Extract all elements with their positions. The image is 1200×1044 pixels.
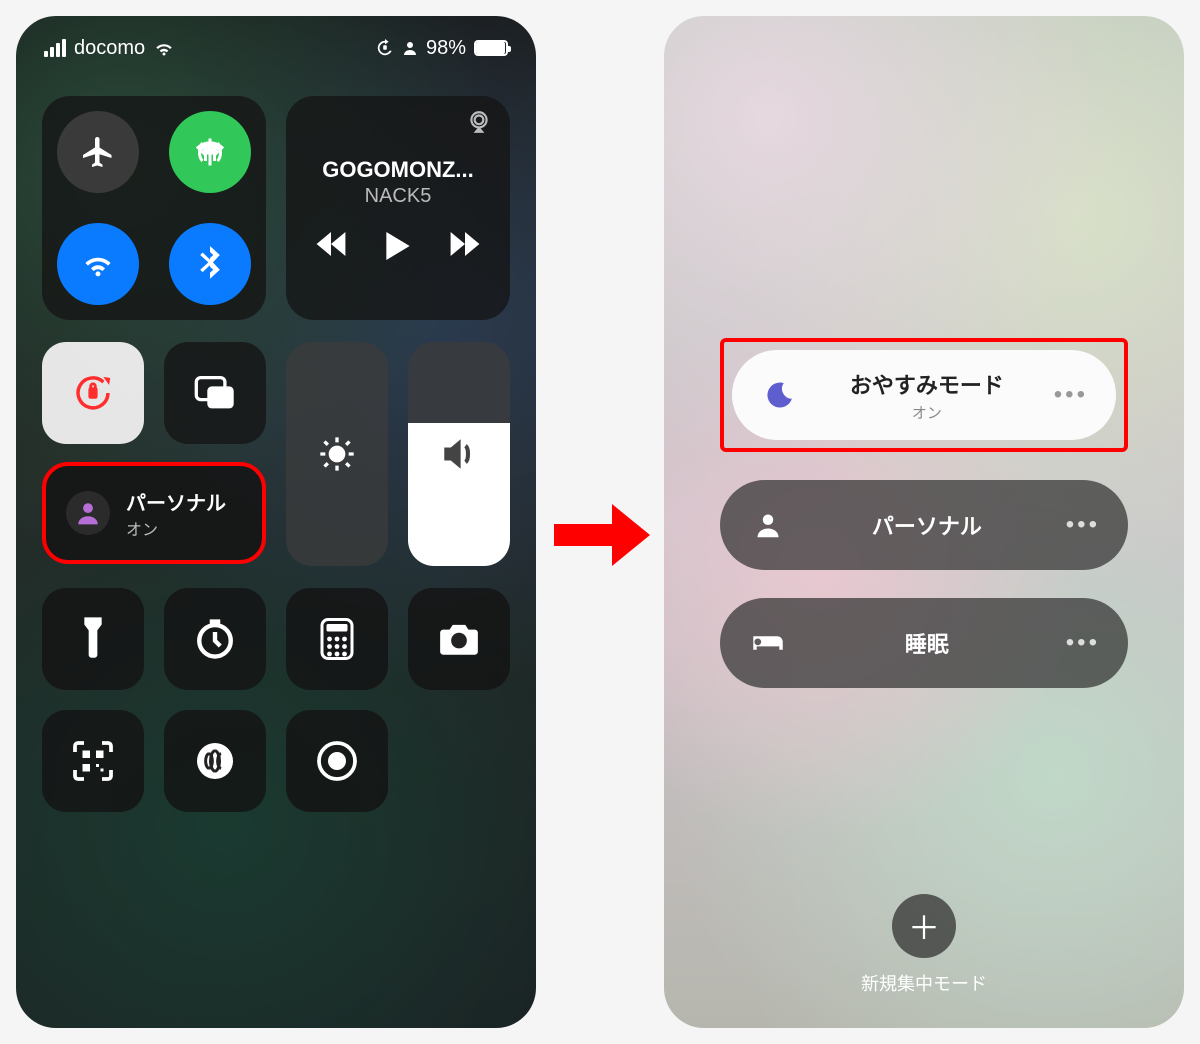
qr-scan-button[interactable] [42, 710, 144, 812]
focus-item-title: 睡眠 [788, 627, 1066, 659]
focus-item-sleep[interactable]: 睡眠 ••• [720, 598, 1128, 688]
nfc-button[interactable] [164, 710, 266, 812]
timer-button[interactable] [164, 588, 266, 690]
focus-state-label: オン [126, 516, 226, 540]
battery-icon [474, 40, 508, 56]
airplay-icon[interactable] [466, 110, 492, 134]
focus-mode-screen: おやすみモード オン ••• パーソナル ••• [664, 16, 1184, 1028]
transition-arrow-icon [554, 500, 650, 570]
control-center-grid: GOGOMONZ... NACK5 [42, 96, 510, 812]
focus-item-do-not-disturb[interactable]: おやすみモード オン ••• [732, 350, 1116, 440]
rotation-lock-small-icon [376, 39, 394, 57]
media-subtitle: NACK5 [365, 185, 432, 208]
more-button[interactable]: ••• [1054, 381, 1088, 409]
control-center-screen: docomo 98% [16, 16, 536, 1028]
person-icon [748, 511, 788, 539]
airplane-mode-toggle[interactable] [57, 111, 139, 193]
carrier-label: docomo [74, 37, 145, 60]
focus-item-title: おやすみモード [800, 368, 1054, 400]
moon-icon [760, 380, 800, 410]
rotation-lock-toggle[interactable] [42, 342, 144, 444]
person-small-icon [402, 40, 418, 56]
wifi-icon [153, 39, 175, 57]
new-focus-mode-button[interactable]: ＋ 新規集中モード [664, 894, 1184, 996]
focus-item-title: パーソナル [788, 509, 1066, 541]
brightness-icon [317, 434, 357, 474]
screen-record-button[interactable] [286, 710, 388, 812]
calculator-button[interactable] [286, 588, 388, 690]
screen-mirroring-button[interactable] [164, 342, 266, 444]
flashlight-button[interactable] [42, 588, 144, 690]
play-button[interactable] [386, 232, 410, 260]
volume-slider[interactable] [408, 342, 510, 566]
person-icon [66, 491, 110, 535]
cellular-signal-icon [44, 39, 66, 57]
cellular-data-toggle[interactable] [169, 111, 251, 193]
media-title: GOGOMONZ... [322, 157, 474, 183]
focus-mode-button[interactable]: パーソナル オン [42, 462, 266, 564]
more-button[interactable]: ••• [1066, 511, 1100, 539]
connectivity-tile [42, 96, 266, 320]
status-bar: docomo 98% [16, 28, 536, 68]
brightness-slider[interactable] [286, 342, 388, 566]
new-focus-label: 新規集中モード [861, 970, 987, 996]
media-tile[interactable]: GOGOMONZ... NACK5 [286, 96, 510, 320]
battery-percent: 98% [426, 37, 466, 60]
rewind-button[interactable] [316, 232, 346, 260]
focus-item-subtitle: オン [800, 402, 1054, 423]
plus-icon: ＋ [892, 894, 956, 958]
camera-button[interactable] [408, 588, 510, 690]
bed-icon [748, 631, 788, 655]
wifi-toggle[interactable] [57, 223, 139, 305]
more-button[interactable]: ••• [1066, 629, 1100, 657]
bluetooth-toggle[interactable] [169, 223, 251, 305]
volume-icon [439, 436, 479, 472]
focus-name-label: パーソナル [126, 487, 226, 516]
focus-item-personal[interactable]: パーソナル ••• [720, 480, 1128, 570]
focus-mode-list: おやすみモード オン ••• パーソナル ••• [720, 338, 1128, 688]
forward-button[interactable] [450, 232, 480, 260]
